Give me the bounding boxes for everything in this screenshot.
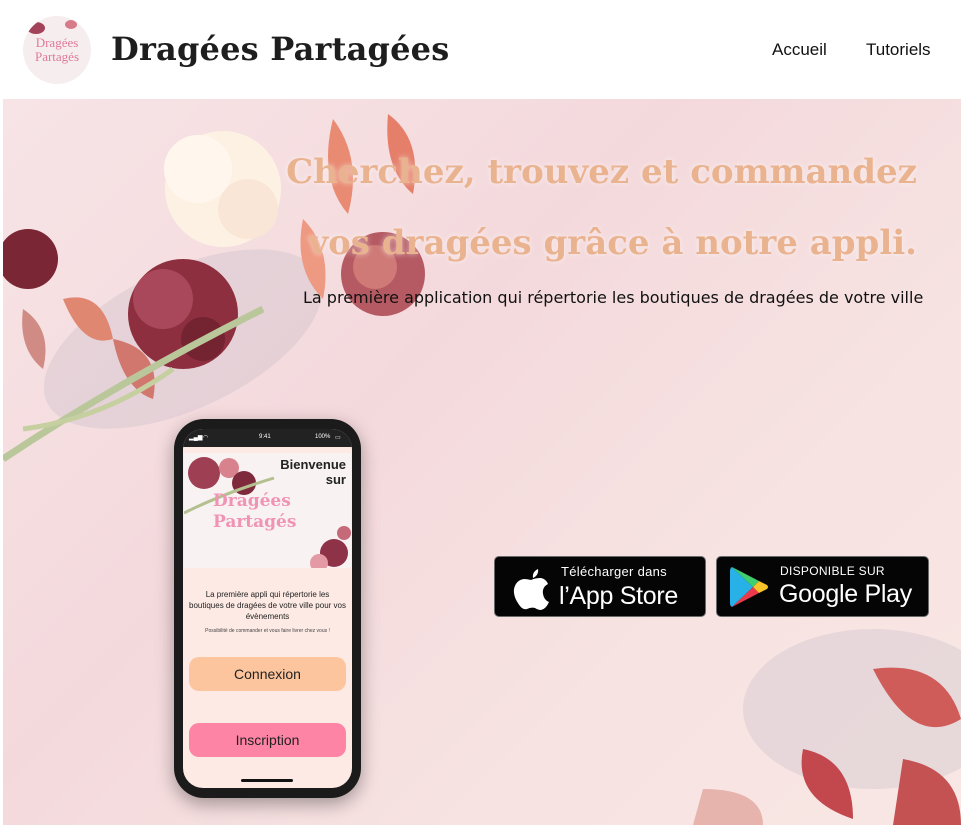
battery-icon: ▭ <box>335 435 341 441</box>
phone-home-indicator <box>241 779 293 782</box>
flower-background-decoration <box>3 114 961 825</box>
phone-screen: ▂▄▆ ◠ 9:41 100% ▭ Bienvenue sur Dragées … <box>183 429 352 788</box>
phone-app-title-line1: Dragées <box>213 491 291 511</box>
signal-icon: ▂▄▆ <box>189 435 203 441</box>
phone-status-bar: ▂▄▆ ◠ 9:41 100% ▭ <box>183 429 352 447</box>
hero-section: Cherchez, trouvez et commandez vos dragé… <box>3 99 961 825</box>
phone-welcome-text: Bienvenue sur <box>266 457 346 487</box>
logo-text-line1: Dragées <box>35 35 79 50</box>
hero-headline-line1: Cherchez, trouvez et commandez <box>286 152 917 192</box>
google-play-small-text: DISPONIBLE SUR <box>780 564 885 578</box>
site-header: Dragées Partagés Dragées Partagées Accue… <box>3 0 961 99</box>
phone-mockup: ▂▄▆ ◠ 9:41 100% ▭ Bienvenue sur Dragées … <box>174 419 361 798</box>
app-store-badge[interactable]: Télécharger dans l’App Store <box>494 556 706 617</box>
app-store-small-text: Télécharger dans <box>561 564 667 579</box>
hero-headline-line2: vos dragées grâce à notre appli. <box>308 223 917 263</box>
phone-login-button[interactable]: Connexion <box>189 657 346 691</box>
google-play-icon <box>730 567 768 607</box>
apple-icon <box>513 569 549 610</box>
wifi-icon: ◠ <box>203 435 209 441</box>
google-play-big-text: Google Play <box>779 580 912 608</box>
logo-flower-decoration <box>65 20 77 29</box>
page: Dragées Partagés Dragées Partagées Accue… <box>3 0 961 825</box>
logo-text: Dragées Partagés <box>23 36 91 64</box>
phone-small-note: Possibilité de commander et vous faire l… <box>205 628 330 634</box>
phone-signup-button[interactable]: Inscription <box>189 723 346 757</box>
nav-link-accueil[interactable]: Accueil <box>772 40 827 60</box>
status-time: 9:41 <box>259 434 271 440</box>
app-store-big-text: l’App Store <box>559 582 678 610</box>
hero-subtitle: La première application qui répertorie l… <box>303 288 924 307</box>
logo-flower-decoration <box>27 22 45 34</box>
phone-app-title: Dragées Partagés <box>213 491 296 533</box>
logo[interactable]: Dragées Partagés <box>23 16 91 84</box>
phone-welcome-line1: Bienvenue <box>280 457 346 472</box>
brand-title[interactable]: Dragées Partagées <box>111 30 449 68</box>
phone-app-title-line2: Partagés <box>213 512 297 532</box>
phone-welcome-line2: sur <box>325 472 346 487</box>
google-play-badge[interactable]: DISPONIBLE SUR Google Play <box>716 556 929 617</box>
status-battery-text: 100% <box>315 434 331 440</box>
nav-link-tutoriels[interactable]: Tutoriels <box>866 40 931 60</box>
logo-text-line2: Partagés <box>34 49 80 64</box>
phone-description: La première appli qui répertorie les bou… <box>189 590 346 621</box>
